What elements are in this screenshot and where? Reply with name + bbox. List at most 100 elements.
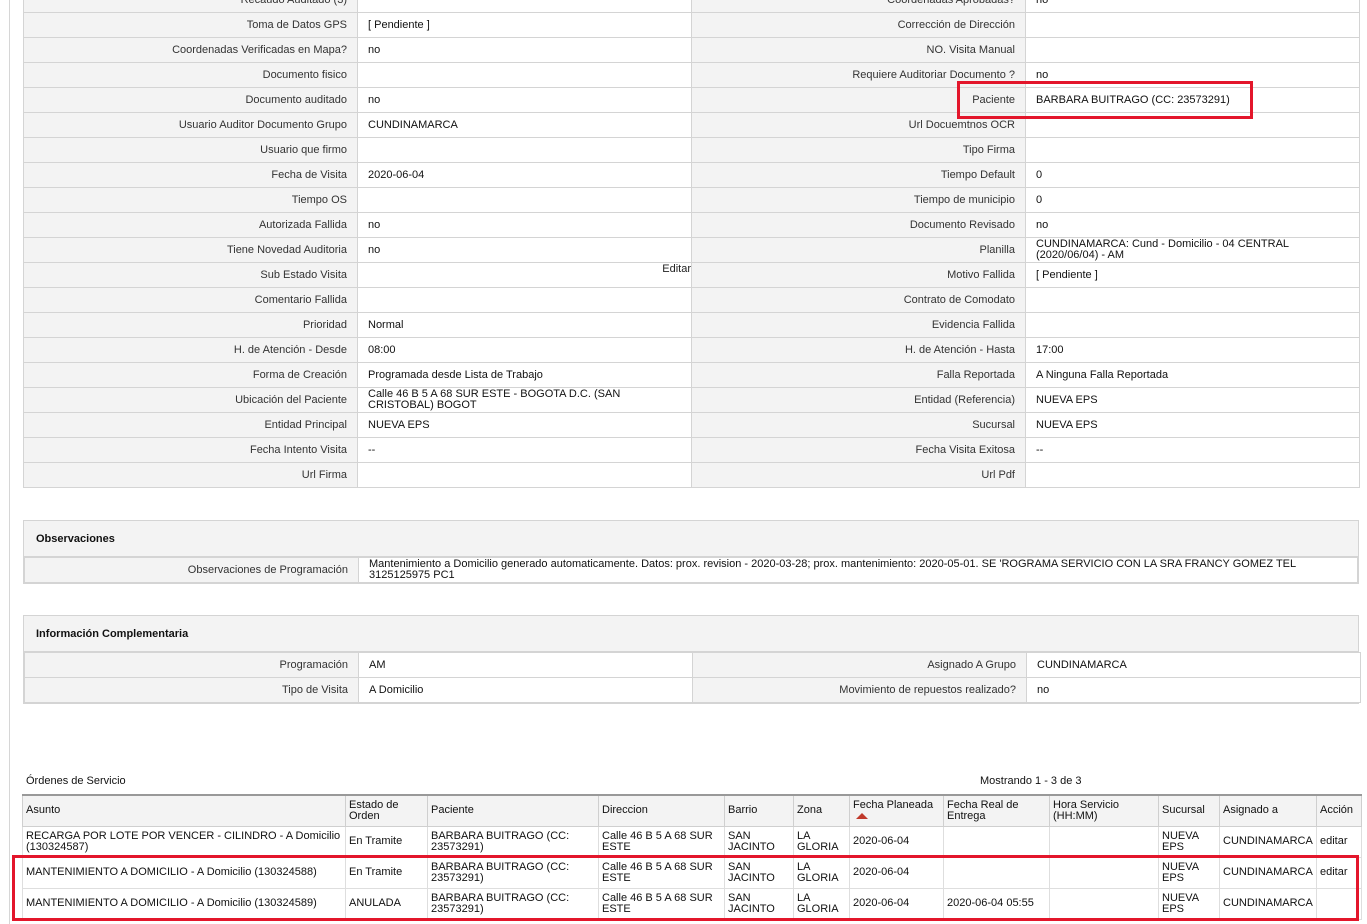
col-header-barrio[interactable]: Barrio bbox=[724, 794, 794, 827]
label-motivo-fallida: Motivo Fallida bbox=[691, 262, 1026, 288]
detail-row: Usuario Auditor Documento Grupo CUNDINAMA… bbox=[23, 112, 1360, 138]
detail-row: Usuario que firmo Tipo Firma bbox=[23, 137, 1360, 163]
observaciones-row: Observaciones de Programación Mantenimie… bbox=[24, 557, 1358, 583]
value-tipo-de-visita: A Domicilio bbox=[358, 677, 693, 703]
order-cell-sucursal: NUEVA EPS bbox=[1158, 856, 1220, 889]
sort-ascending-icon[interactable] bbox=[856, 812, 868, 819]
order-cell-fecha-planeada: 2020-06-04 bbox=[849, 887, 944, 920]
order-cell-accion bbox=[1316, 887, 1362, 920]
label-documento-auditado: Documento auditado bbox=[23, 87, 358, 113]
order-cell-asignado: CUNDINAMARCA bbox=[1219, 856, 1317, 889]
label-falla-reportada: Falla Reportada bbox=[691, 362, 1026, 388]
info-row: Tipo de Visita A Domicilio Movimiento de r… bbox=[24, 677, 1361, 703]
orders-count: Mostrando 1 - 3 de 3 bbox=[980, 775, 1082, 787]
order-cell-paciente: BARBARA BUITRAGO (CC: 23573291) bbox=[427, 825, 599, 858]
value-movimiento-de-repuestos-realizado: no bbox=[1026, 677, 1361, 703]
label-tipo-de-visita: Tipo de Visita bbox=[24, 677, 359, 703]
detail-row: Prioridad Normal Evidencia Fallida bbox=[23, 312, 1360, 338]
label-no-visita-manual: NO. Visita Manual bbox=[691, 37, 1026, 63]
detail-row: Url Firma Url Pdf bbox=[23, 462, 1360, 488]
col-header-label: Fecha Planeada bbox=[853, 798, 934, 811]
col-header-label: Zona bbox=[797, 804, 823, 817]
observaciones-title: Observaciones bbox=[24, 521, 1358, 557]
label-tipo-firma: Tipo Firma bbox=[691, 137, 1026, 163]
col-header-fecha-real-de-entrega[interactable]: Fecha Real de Entrega bbox=[943, 794, 1050, 827]
order-cell-zona: LA GLORIA bbox=[793, 825, 850, 858]
value-tiene-novedad-auditoria: no bbox=[357, 237, 692, 263]
value-tiempo-de-municipio: 0 bbox=[1025, 187, 1360, 213]
value-coordenadas-aprobadas: no bbox=[1025, 0, 1360, 13]
page-left-rule bbox=[9, 0, 10, 924]
value-planilla: CUNDINAMARCA: Cund - Domicilio - 04 CENT… bbox=[1025, 237, 1360, 263]
label-comentario-fallida: Comentario Fallida bbox=[23, 287, 358, 313]
value-programacion: AM bbox=[358, 652, 693, 678]
detail-row: Tiene Novedad Auditoria no Planilla CUNDINA… bbox=[23, 237, 1360, 263]
detail-row: Recaudo Auditado (3) Coordenadas Aprobada… bbox=[23, 0, 1360, 13]
col-header-paciente[interactable]: Paciente bbox=[427, 794, 599, 827]
value-requiere-auditoriar-documento: no bbox=[1025, 62, 1360, 88]
label-fecha-de-visita: Fecha de Visita bbox=[23, 162, 358, 188]
value-autorizada-fallida: no bbox=[357, 212, 692, 238]
label-movimiento-de-repuestos-realizado: Movimiento de repuestos realizado? bbox=[692, 677, 1027, 703]
detail-row: Entidad Principal NUEVA EPS Sucursal NUEVA … bbox=[23, 412, 1360, 438]
label-planilla: Planilla bbox=[691, 237, 1026, 263]
value-h-de-atencion-hasta: 17:00 bbox=[1025, 337, 1360, 363]
col-header-label: Barrio bbox=[728, 804, 758, 817]
label-h-de-atencion-desde: H. de Atención - Desde bbox=[23, 337, 358, 363]
col-header-hora-servicio-hh-mm[interactable]: Hora Servicio (HH:MM) bbox=[1049, 794, 1159, 827]
label-fecha-visita-exitosa: Fecha Visita Exitosa bbox=[691, 437, 1026, 463]
label-url-docuemtnos-ocr: Url Docuemtnos OCR bbox=[691, 112, 1026, 138]
value-toma-de-datos-gps: [ Pendiente ] bbox=[357, 12, 692, 38]
detail-row: Toma de Datos GPS[ Pendiente ] Corrección… bbox=[23, 12, 1360, 38]
order-cell-hora-servicio bbox=[1049, 856, 1159, 889]
value-entidad-referencia: NUEVA EPS bbox=[1025, 387, 1360, 413]
col-header-asignado-a[interactable]: Asignado a bbox=[1219, 794, 1317, 827]
col-header-label: Fecha Real de Entrega bbox=[947, 798, 1019, 822]
value-prioridad: Normal bbox=[357, 312, 692, 338]
order-row: MANTENIMIENTO A DOMICILIO - A Domicilio … bbox=[22, 856, 1362, 889]
value-usuario-que-firmo bbox=[357, 137, 692, 163]
order-cell-direccion: Calle 46 B 5 A 68 SUR ESTE bbox=[598, 887, 725, 920]
value-correccion-de-direccion bbox=[1025, 12, 1360, 38]
order-cell-asunto: MANTENIMIENTO A DOMICILIO - A Domicilio … bbox=[22, 856, 346, 889]
label-tiempo-de-municipio: Tiempo de municipio bbox=[691, 187, 1026, 213]
edit-order-link[interactable]: editar bbox=[1316, 825, 1362, 858]
value-documento-revisado: no bbox=[1025, 212, 1360, 238]
label-tiempo-os: Tiempo OS bbox=[23, 187, 358, 213]
label-requiere-auditoriar-documento: Requiere Auditoriar Documento ? bbox=[691, 62, 1026, 88]
label-coordenadas-aprobadas: Coordenadas Aprobadas? bbox=[691, 0, 1026, 13]
detail-row: Forma de Creación Programada desde Lista … bbox=[23, 362, 1360, 388]
value-fecha-visita-exitosa: -- bbox=[1025, 437, 1360, 463]
col-header-estado-de-orden[interactable]: Estado de Orden bbox=[345, 794, 428, 827]
label-toma-de-datos-gps: Toma de Datos GPS bbox=[23, 12, 358, 38]
col-header-label: Estado de Orden bbox=[349, 798, 399, 822]
orders-title: Órdenes de Servicio bbox=[26, 775, 126, 787]
order-cell-fecha-real: 2020-06-04 05:55 bbox=[943, 887, 1050, 920]
col-header-label: Acción bbox=[1320, 804, 1354, 817]
info-row: Programación AM Asignado A Grupo CUNDINAMAR… bbox=[24, 652, 1361, 678]
order-cell-direccion: Calle 46 B 5 A 68 SUR ESTE bbox=[598, 825, 725, 858]
col-header-sucursal[interactable]: Sucursal bbox=[1158, 794, 1220, 827]
info-complementaria-title: Información Complementaria bbox=[24, 616, 1358, 652]
label-sucursal: Sucursal bbox=[691, 412, 1026, 438]
edit-sub-estado-link[interactable]: Editar bbox=[662, 264, 690, 275]
detail-row: Ubicación del Paciente Calle 46 B 5 A 68 … bbox=[23, 387, 1360, 413]
order-cell-fecha-real bbox=[943, 825, 1050, 858]
col-header-accion[interactable]: Acción bbox=[1316, 794, 1362, 827]
label-evidencia-fallida: Evidencia Fallida bbox=[691, 312, 1026, 338]
value-contrato-de-comodato bbox=[1025, 287, 1360, 313]
col-header-zona[interactable]: Zona bbox=[793, 794, 850, 827]
col-header-direccion[interactable]: Direccion bbox=[598, 794, 725, 827]
value-recaudo-auditado-3 bbox=[357, 0, 692, 13]
col-header-fecha-planeada[interactable]: Fecha Planeada bbox=[849, 794, 944, 827]
col-header-label: Hora Servicio (HH:MM) bbox=[1053, 798, 1120, 822]
col-header-asunto[interactable]: Asunto bbox=[22, 794, 346, 827]
orders-table: Asunto Estado de Orden Paciente Direccion Ba… bbox=[22, 794, 1362, 920]
label-correccion-de-direccion: Corrección de Dirección bbox=[691, 12, 1026, 38]
value-evidencia-fallida bbox=[1025, 312, 1360, 338]
edit-order-link[interactable]: editar bbox=[1316, 856, 1362, 889]
label-url-firma: Url Firma bbox=[23, 462, 358, 488]
detail-row: Sub Estado Visita Editar Motivo Fallida[ P… bbox=[23, 262, 1360, 288]
value-documento-auditado: no bbox=[357, 87, 692, 113]
value-fecha-intento-visita: -- bbox=[357, 437, 692, 463]
